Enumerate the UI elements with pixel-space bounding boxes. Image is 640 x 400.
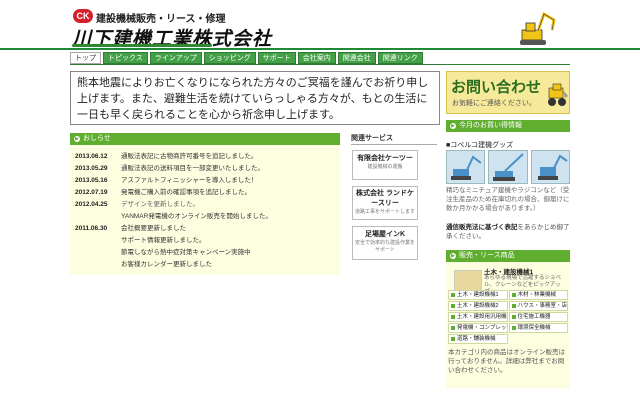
- nav-links[interactable]: 関連リンク: [377, 52, 423, 64]
- logo-swoosh: [72, 44, 212, 47]
- nav-company[interactable]: 会社案内: [297, 52, 336, 64]
- category-link[interactable]: 土木・建設機械2: [448, 301, 508, 311]
- nav-topics[interactable]: トピックス: [103, 52, 148, 64]
- notice-panel: ▶ おしらせ 2013.06.12 通販法表記に古物商許可番号を追記しました。 2…: [70, 133, 340, 275]
- monthly-deals-header: ▶ 今月のお買い得情報: [446, 120, 570, 132]
- service-name: 足場屋インK: [364, 231, 406, 238]
- notice-item: お客様カレンダー更新しました: [75, 259, 336, 271]
- category-link[interactable]: 道路・舗装機械: [448, 334, 508, 344]
- notice-item: 2013.05.16 アスファルトフィニッシャーを導入しました！: [75, 175, 336, 187]
- machine-model-image[interactable]: [530, 150, 570, 184]
- notice-text[interactable]: 会社概要更新しました: [121, 223, 186, 235]
- service-landcase-link[interactable]: 株式会社 ランドケースリー 道路工事をサポートします: [352, 186, 418, 220]
- site-header: CK 建設機械販売・リース・修理 川下建機工業株式会社: [0, 0, 640, 50]
- goods-description: 精巧なミニチュア建機やラジコンなど（受注生産品のため在庫切れの場合、御届けに数か…: [446, 187, 570, 212]
- notice-date: [75, 235, 121, 247]
- notice-text[interactable]: サポート情報更新しました。: [121, 235, 206, 247]
- condolence-message: 熊本地震によりお亡くなりになられた方々のご冥福を謹んでお祈り申し上げます。また、…: [70, 71, 440, 125]
- notice-text[interactable]: YANMAR発電機のオンライン販売を開始しました。: [121, 211, 272, 223]
- notice-date: 2013.05.16: [75, 177, 108, 184]
- featured-category[interactable]: 土木・建設機械1 あらゆる現場で活躍するショベル、クレーンなどをピックアップ: [450, 266, 566, 295]
- notice-item: 2012.04.25 デザインを更新しました。: [75, 199, 336, 211]
- category-note: 本カテゴリ内の商品はオンライン販売は行っておりません。詳細は弊社までお問い合わせ…: [448, 349, 565, 374]
- related-divider: [351, 144, 437, 145]
- notice-text[interactable]: デザインを更新しました。: [121, 199, 199, 211]
- notice-date: 2013.05.29: [75, 165, 108, 172]
- arrow-icon: ▶: [74, 136, 80, 142]
- contact-banner[interactable]: お問い合わせ お気軽にご連絡ください。: [446, 71, 570, 114]
- goods-title[interactable]: ■コベルコ建機グッズ: [446, 140, 513, 150]
- mail-order-link[interactable]: 通信販売法に基づく表記: [446, 224, 518, 231]
- category-link[interactable]: 土木・建設機械1: [448, 290, 508, 300]
- notice-date: [75, 247, 121, 259]
- goods-images: [446, 150, 570, 184]
- notice-date: 2011.06.30: [75, 225, 108, 232]
- contact-sub: お気軽にご連絡ください。: [452, 100, 536, 107]
- notice-date: 2012.04.25: [75, 201, 108, 208]
- notice-date: 2012.07.19: [75, 189, 108, 196]
- notice-date: 2013.06.12: [75, 153, 108, 160]
- notice-item: 2013.06.12 通販法表記に古物商許可番号を追記しました。: [75, 151, 336, 163]
- logo-mark[interactable]: CK: [73, 9, 93, 23]
- service-name: 有限会社ケーツー: [357, 155, 413, 162]
- notice-text[interactable]: 通販法表記の送料項目を一部変更いたしました。: [121, 163, 264, 175]
- service-sub: 道路工事をサポートします: [354, 209, 415, 215]
- category-link[interactable]: ハウス・事務室・店舗: [508, 301, 568, 311]
- featured-category-image: [454, 270, 482, 292]
- logo-tagline: 建設機械販売・リース・修理: [96, 14, 226, 25]
- header-rule: [0, 48, 640, 50]
- excavator-icon: [520, 11, 556, 45]
- notice-text[interactable]: 通販法表記に古物商許可番号を追記しました。: [121, 151, 258, 163]
- arrow-icon: ▶: [450, 123, 456, 129]
- nav-shopping[interactable]: ショッピング: [203, 52, 256, 64]
- service-name: 株式会社 ランドケースリー: [356, 190, 414, 207]
- notice-item: サポート情報更新しました。: [75, 235, 336, 247]
- nav-lineup[interactable]: ラインアップ: [149, 52, 202, 64]
- notice-text[interactable]: 発電機ご購入前の確認事項を追記しました。: [121, 187, 251, 199]
- excavator-model-image[interactable]: [446, 150, 486, 184]
- notice-header: ▶ おしらせ: [70, 133, 340, 145]
- notice-header-label: おしらせ: [83, 135, 111, 142]
- notice-text[interactable]: お客様カレンダー更新しました: [121, 259, 212, 271]
- service-sub: 安全で効率的な建設作業をサポート: [354, 240, 415, 253]
- notice-item: 2011.06.30 会社概要更新しました: [75, 223, 336, 235]
- notice-date: [75, 259, 121, 271]
- category-link[interactable]: 環境保全機械: [508, 323, 568, 333]
- monthly-header-label: 今月のお買い得情報: [459, 122, 522, 129]
- related-services-title: 関連サービス: [351, 135, 393, 142]
- notice-item: 節電しながら熱中症対策キャンペーン実施中: [75, 247, 336, 259]
- nav-affiliates[interactable]: 関連会社: [337, 52, 376, 64]
- notice-item: 2012.07.19 発電機ご購入前の確認事項を追記しました。: [75, 187, 336, 199]
- notice-list: 2013.06.12 通販法表記に古物商許可番号を追記しました。 2013.05.…: [70, 145, 340, 271]
- service-k2-link[interactable]: 有限会社ケーツー 建設機械の運搬: [352, 150, 418, 180]
- notice-date: [75, 211, 121, 223]
- nav-top[interactable]: トップ: [70, 52, 101, 64]
- contact-title: お問い合わせ: [451, 79, 542, 96]
- service-sub: 建設機械の運搬: [367, 164, 403, 170]
- wheel-loader-icon: [548, 83, 568, 106]
- category-link[interactable]: 土木・建設用汎用機械: [448, 312, 508, 322]
- main-nav: トップ トピックス ラインアップ ショッピング サポート 会社案内 関連会社 関…: [70, 52, 423, 64]
- notice-item: YANMAR発電機のオンライン販売を開始しました。: [75, 211, 336, 223]
- category-link[interactable]: 木材・林業機械: [508, 290, 568, 300]
- products-header-label: 販売・リース商品: [459, 252, 515, 259]
- notice-item: 2013.05.29 通販法表記の送料項目を一部変更いたしました。: [75, 163, 336, 175]
- category-grid: 土木・建設機械1 木材・林業機械 土木・建設機械2 ハウス・事務室・店舗 土木・…: [448, 290, 568, 344]
- category-link[interactable]: 発電機・コンプレッサー: [448, 323, 508, 333]
- notice-text[interactable]: 節電しながら熱中症対策キャンペーン実施中: [121, 247, 251, 259]
- nav-support[interactable]: サポート: [257, 52, 296, 64]
- mail-order-notice: 通信販売法に基づく表記をあらかじめ御了承ください。: [446, 223, 570, 241]
- arrow-icon: ▶: [450, 253, 456, 259]
- products-header: ▶ 販売・リース商品: [446, 250, 570, 262]
- products-panel: 土木・建設機械1 あらゆる現場で活躍するショベル、クレーンなどをピックアップ 土…: [446, 262, 570, 388]
- nav-underline: [70, 64, 570, 65]
- category-link[interactable]: 住宅施工機器: [508, 312, 568, 322]
- service-ashibaya-link[interactable]: 足場屋インK 安全で効率的な建設作業をサポート: [352, 226, 418, 260]
- notice-text[interactable]: アスファルトフィニッシャーを導入しました！: [121, 175, 257, 187]
- crane-model-image[interactable]: [488, 150, 528, 184]
